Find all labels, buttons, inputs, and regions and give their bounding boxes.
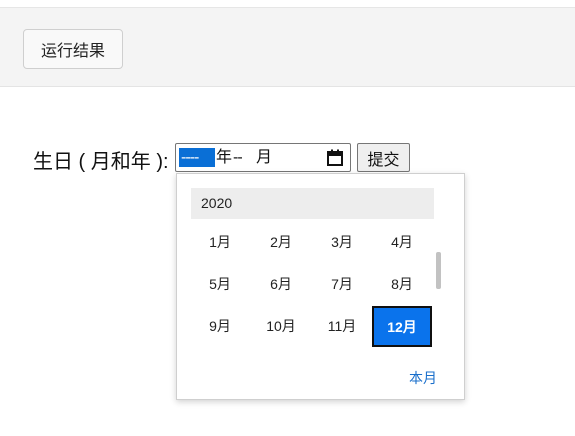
this-month-button[interactable]: 本月: [409, 368, 437, 388]
month-cell-4[interactable]: 4月: [373, 222, 431, 262]
month-unit: 月: [256, 149, 273, 166]
month-input[interactable]: ---- 年 -- 月: [175, 143, 351, 172]
month-cell-10[interactable]: 10月: [252, 306, 310, 346]
month-cell-11[interactable]: 11月: [313, 306, 371, 346]
birthday-label: 生日 ( 月和年 ):: [33, 151, 169, 173]
month-segment[interactable]: --: [233, 148, 243, 167]
year-segment[interactable]: ----: [179, 148, 215, 167]
year-header[interactable]: 2020: [191, 188, 434, 219]
month-picker-popup: 2020 1月 2月 3月 4月 5月 6月 7月 8月 9月 10月 11月 …: [176, 173, 465, 400]
month-cell-1[interactable]: 1月: [191, 222, 249, 262]
calendar-icon[interactable]: [327, 149, 343, 166]
run-result-button[interactable]: 运行结果: [23, 29, 123, 69]
month-cell-6[interactable]: 6月: [252, 264, 310, 304]
month-cell-2[interactable]: 2月: [252, 222, 310, 262]
month-cell-12-selected[interactable]: 12月: [372, 306, 432, 347]
month-cell-8[interactable]: 8月: [373, 264, 431, 304]
toolbar: 运行结果: [0, 8, 575, 87]
month-cell-7[interactable]: 7月: [313, 264, 371, 304]
year-unit: 年: [216, 149, 233, 166]
submit-button[interactable]: 提交: [357, 143, 410, 172]
picker-scrollbar[interactable]: [436, 252, 441, 289]
month-cell-9[interactable]: 9月: [191, 306, 249, 346]
month-cell-5[interactable]: 5月: [191, 264, 249, 304]
month-cell-3[interactable]: 3月: [313, 222, 371, 262]
